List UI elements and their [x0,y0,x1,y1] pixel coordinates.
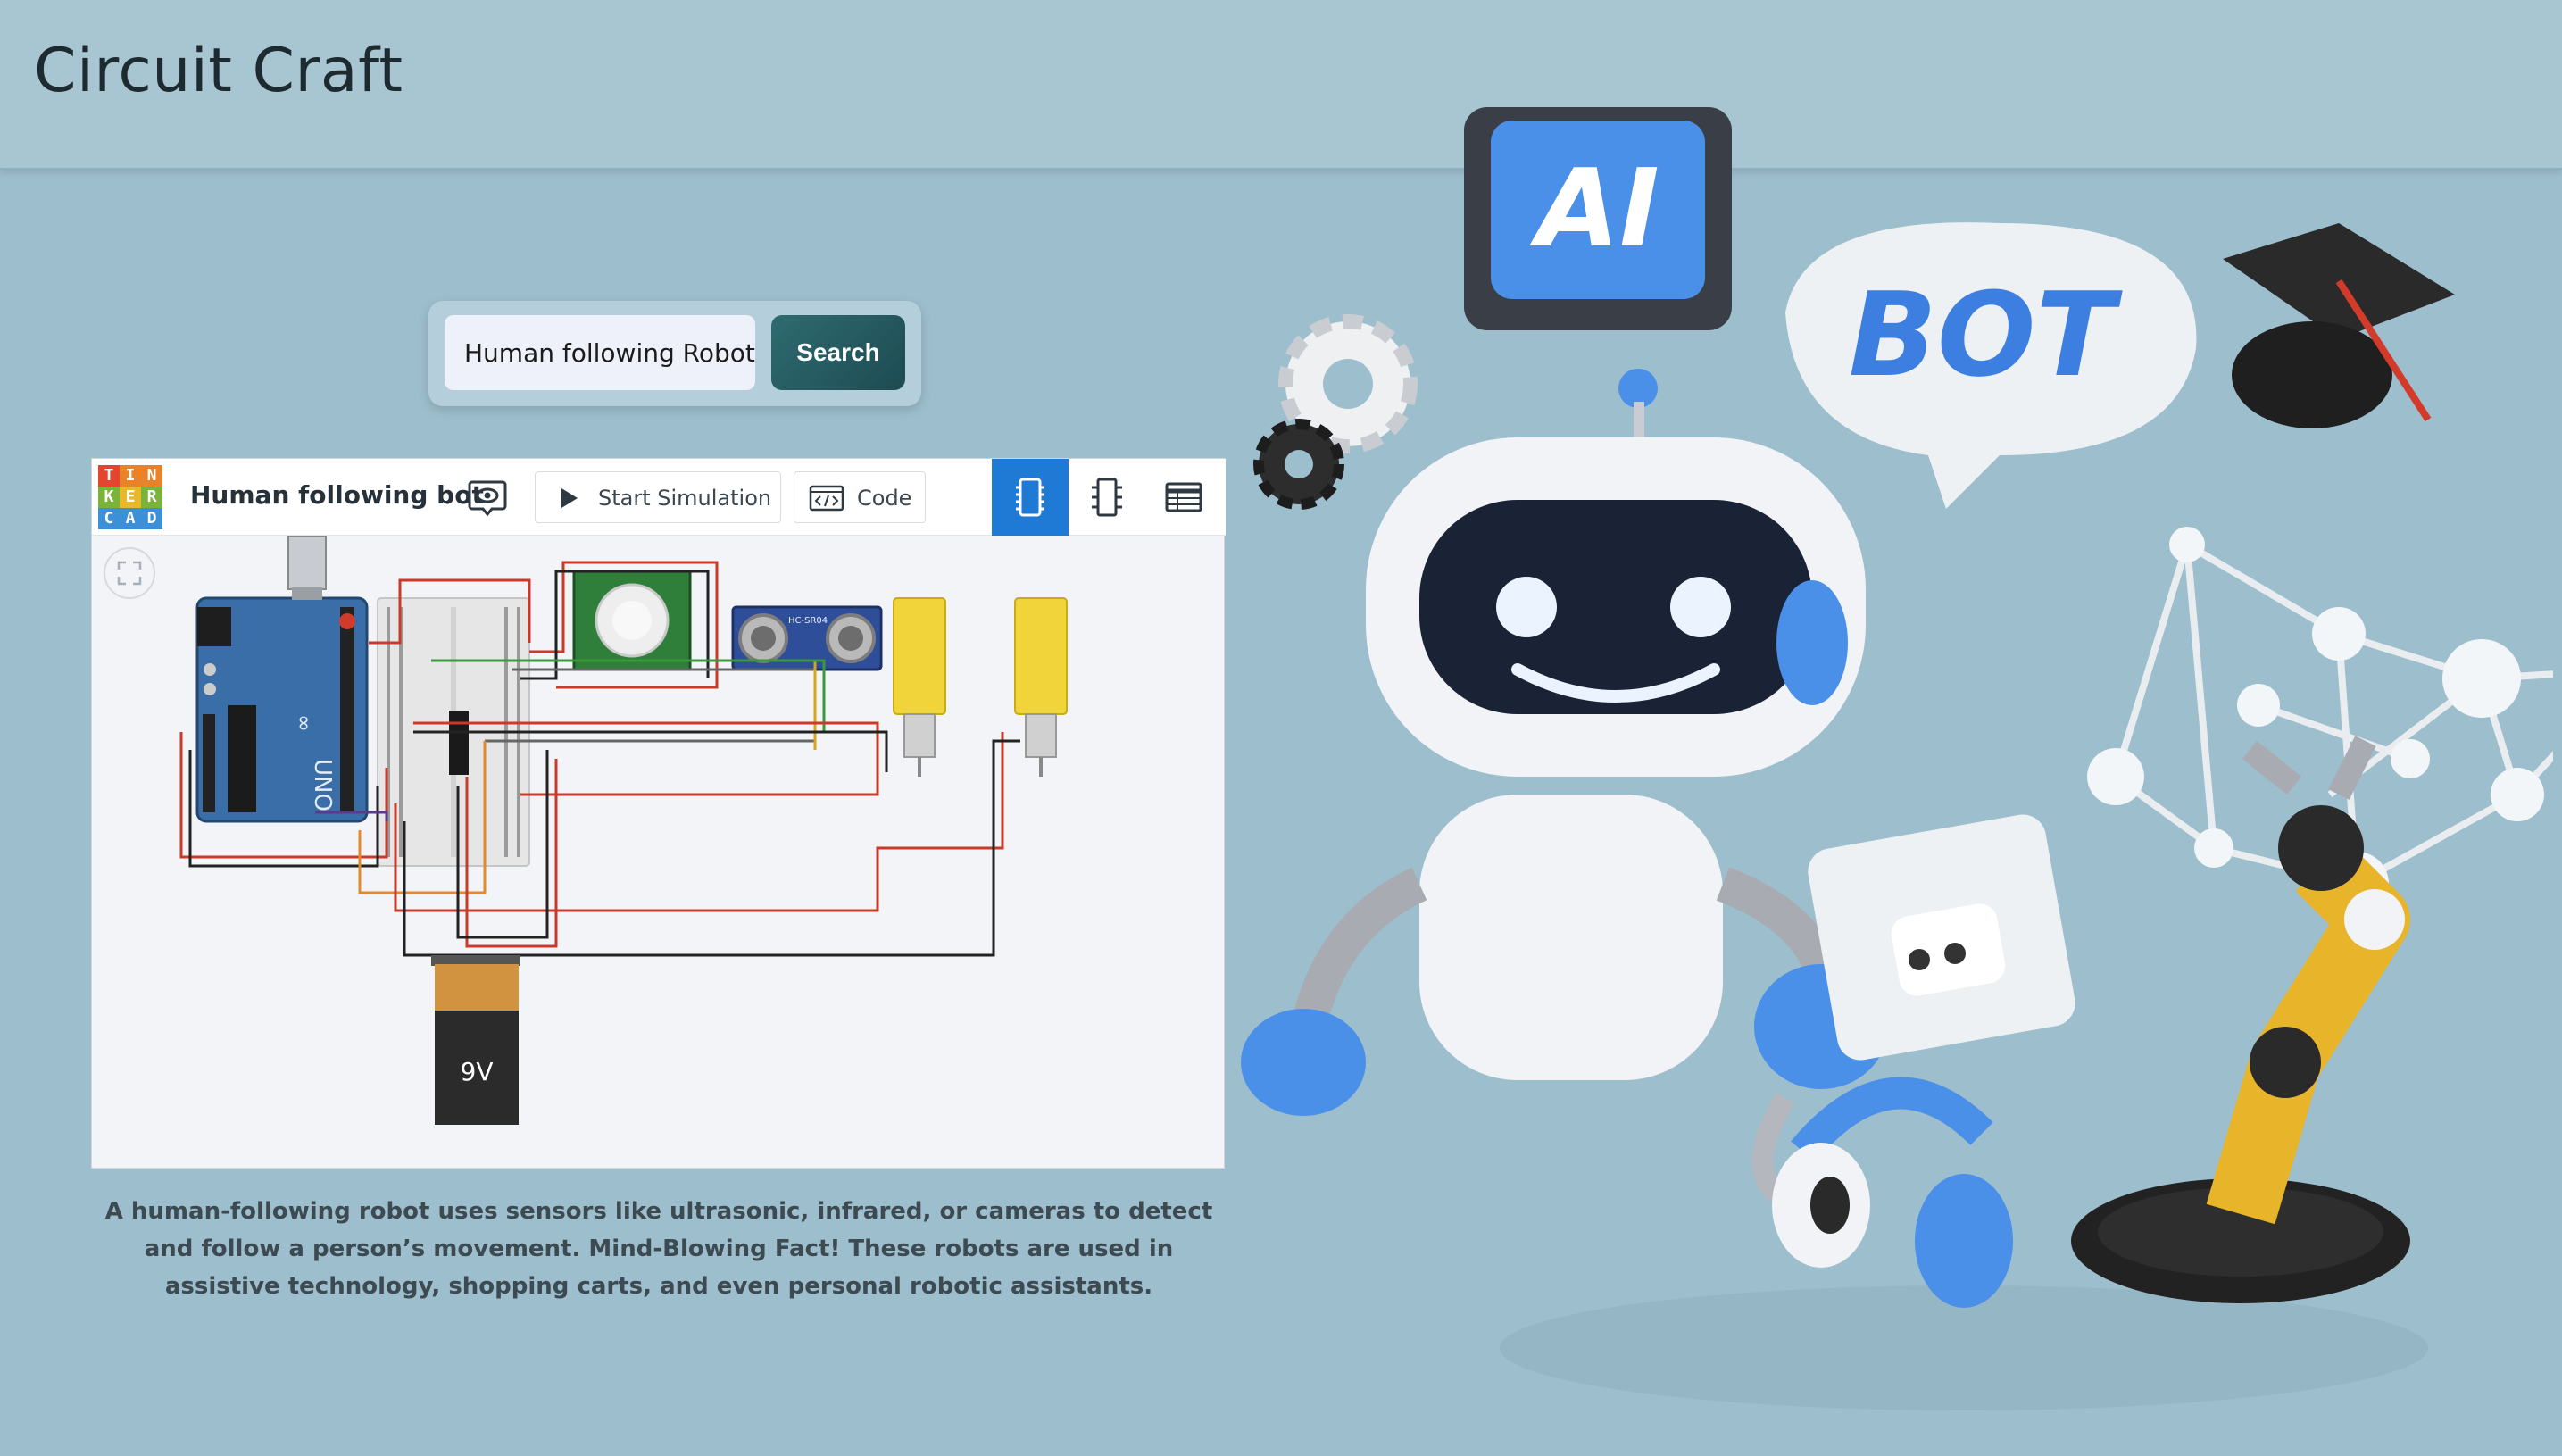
logo-letter: E [120,487,141,508]
component-list-view-tab[interactable] [1145,459,1222,536]
robot-illustration: AI BOT [1241,107,2553,1410]
gear-icon [1253,314,1418,510]
battery-label: 9V [461,1057,494,1086]
start-simulation-button[interactable]: Start Simulation [535,471,781,523]
logo-letter: R [141,487,162,508]
pir-sensor[interactable] [572,570,692,671]
search-button[interactable]: Search [771,315,905,390]
motor-driver-chip[interactable] [449,711,469,775]
circuit-view-tab[interactable] [992,459,1069,536]
ai-chip-icon: AI [1464,107,1732,330]
logo-letter: T [98,465,120,487]
svg-text:UNO: UNO [309,759,336,811]
search-input[interactable] [445,315,755,390]
app-title: Circuit Craft [34,36,403,106]
code-icon [809,485,844,512]
chip-icon [1092,478,1122,517]
logo-letter: N [141,465,162,487]
logo-letter: A [120,508,141,529]
logo-letter: D [141,508,162,529]
search-bar: Search [428,301,921,406]
list-icon [1165,482,1202,512]
sensor-model-label: HC-SR04 [788,616,828,626]
graduation-cap-icon [2223,223,2455,428]
robot-window-card [1808,814,2075,1061]
play-icon [561,488,578,508]
code-label: Code [857,486,912,511]
robot-mascot [1241,369,1888,1216]
ai-chip-label: AI [1529,147,1659,271]
logo-letter: K [98,487,120,508]
bot-speech-bubble: BOT [1785,222,2197,509]
schematic-view-tab[interactable] [1069,459,1145,536]
9v-battery[interactable]: 9V [431,955,520,1125]
dc-motor-right[interactable] [1014,597,1068,777]
logo-letter: C [98,508,120,529]
project-name: Human following bot [190,480,484,510]
headphones-icon [1772,1077,2013,1308]
project-description: A human-following robot uses sensors lik… [104,1198,1213,1300]
arduino-uno-board[interactable]: UNO ∞ [195,536,369,823]
fit-view-icon[interactable] [104,547,155,599]
start-simulation-label: Start Simulation [598,486,772,511]
svg-text:∞: ∞ [292,714,317,732]
robotic-arm-icon [2071,736,2410,1303]
logo-letter: I [120,465,141,487]
code-button[interactable]: Code [794,471,926,523]
eye-icon[interactable] [467,477,508,518]
bot-bubble-label: BOT [1849,267,2124,403]
tinkercad-toolbar: T I N K E R C A D Human following bot St… [92,459,1226,536]
tinkercad-logo[interactable]: T I N K E R C A D [96,462,165,532]
circuit-canvas[interactable]: UNO ∞ HC-SR04 9V [92,536,1226,1168]
breadboard-icon [1016,478,1044,517]
dc-motor-left[interactable] [893,597,946,777]
tinkercad-embed: T I N K E R C A D Human following bot St… [91,458,1226,1169]
